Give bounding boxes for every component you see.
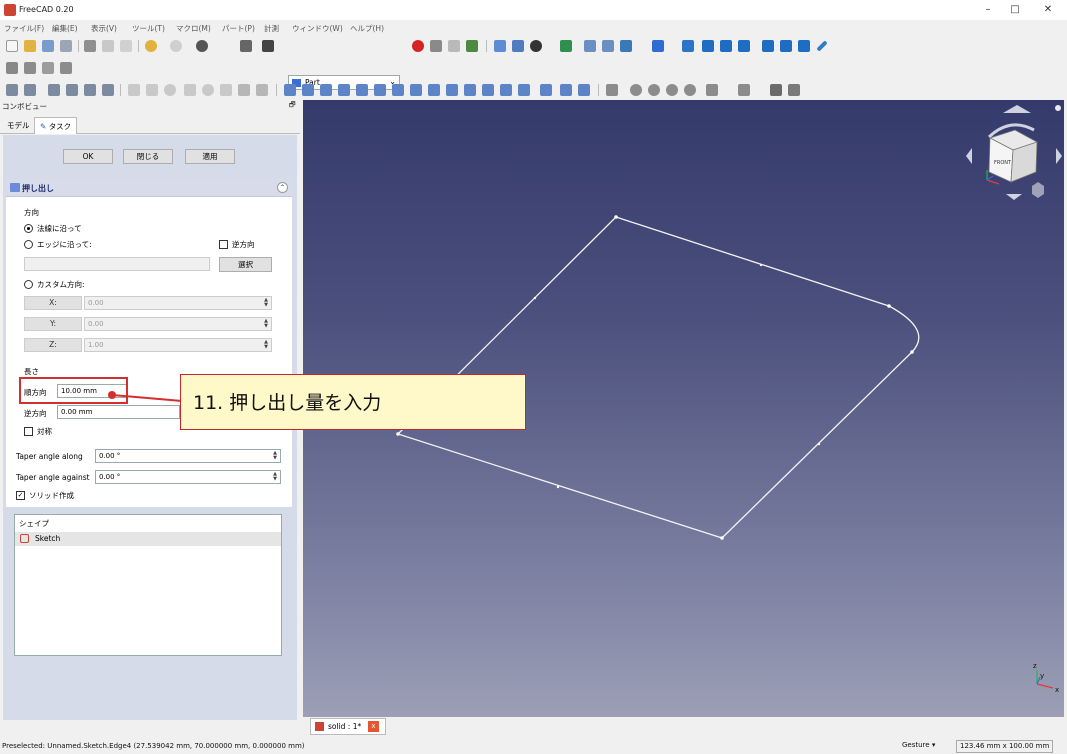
annotation-text: 11. 押し出し量を入力 — [193, 392, 382, 414]
callout-pointer — [108, 391, 183, 402]
annotation-callout: 11. 押し出し量を入力 — [180, 374, 526, 430]
